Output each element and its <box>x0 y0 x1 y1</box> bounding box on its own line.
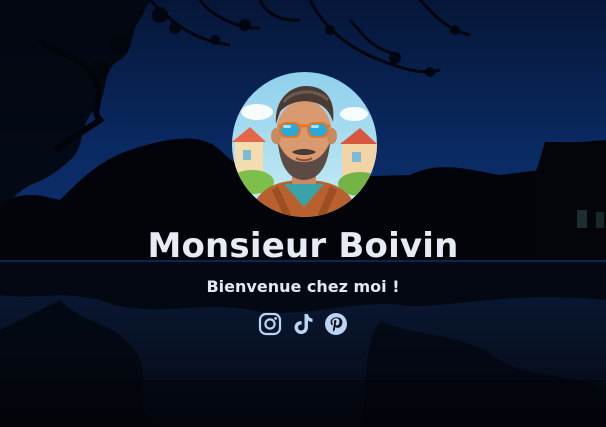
pinterest-icon <box>325 313 347 335</box>
tiktok-icon <box>294 314 313 334</box>
profile-tagline: Bienvenue chez moi ! <box>206 277 400 296</box>
instagram-link[interactable] <box>258 312 282 336</box>
bearded-man-sunglasses-avatar-icon <box>232 72 377 217</box>
profile-name: Monsieur Boivin <box>147 226 459 266</box>
tiktok-link[interactable] <box>291 312 315 336</box>
social-links <box>0 312 606 336</box>
avatar <box>232 72 377 217</box>
pinterest-link[interactable] <box>324 312 348 336</box>
profile-card: Monsieur Boivin Bienvenue chez moi ! <box>0 0 606 427</box>
instagram-icon <box>258 312 282 336</box>
